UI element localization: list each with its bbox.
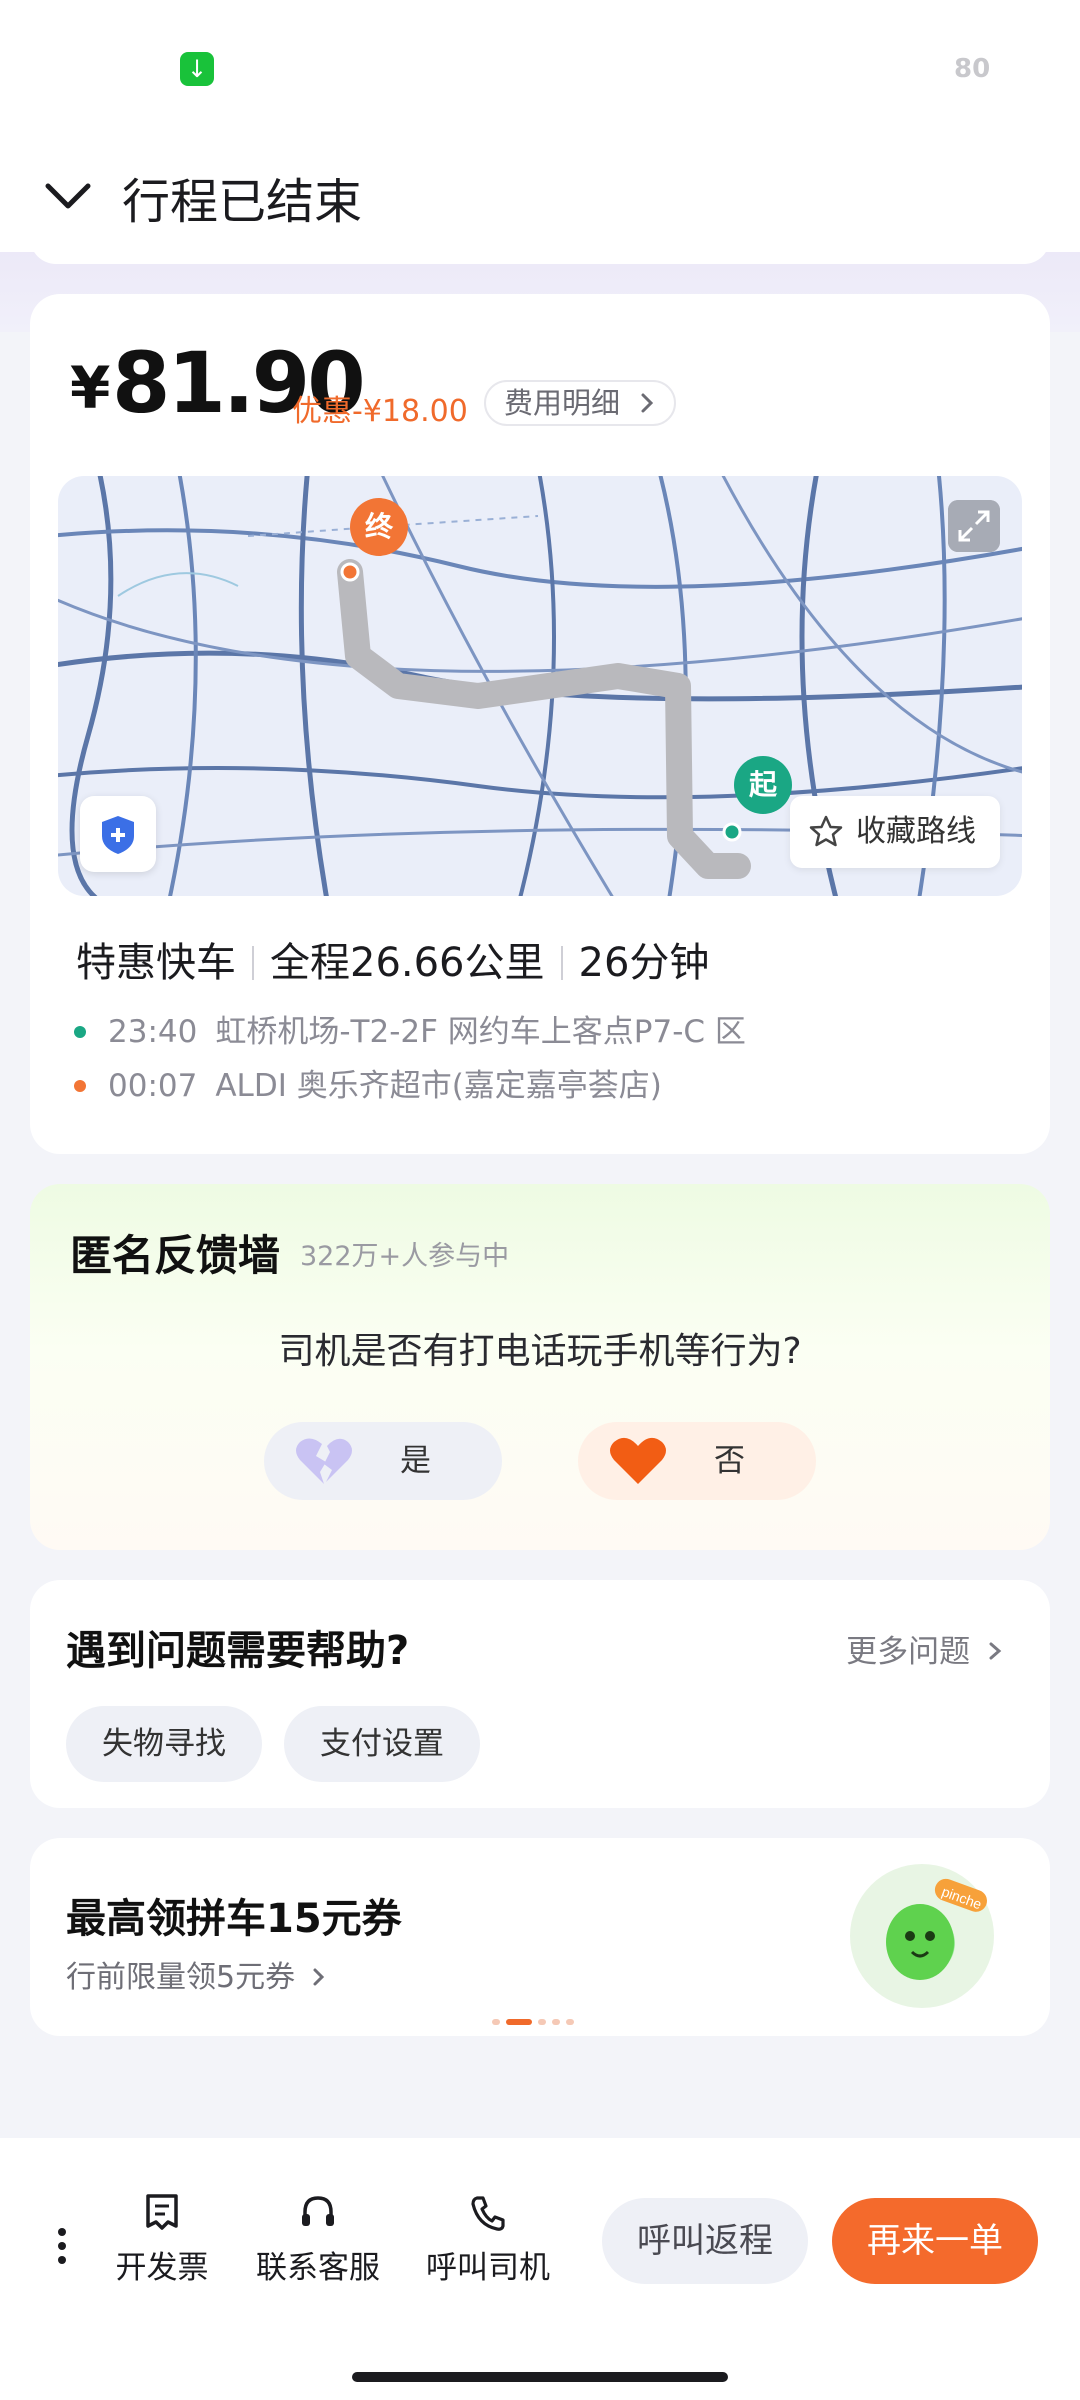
feedback-yes-button[interactable]: 是 [264,1422,502,1500]
feedback-question: 司机是否有打电话玩手机等行为? [278,1331,802,1372]
expand-icon[interactable] [948,500,1000,552]
status-bar: ↓ 80 [0,0,1080,140]
invoice-label: 开发票 [115,2250,209,2286]
dropoff-time: 00:07 [108,1068,198,1104]
favorite-route-button[interactable]: 收藏路线 [790,796,1000,868]
chevron-right-icon [641,393,654,413]
feedback-title: 匿名反馈墙 [70,1231,281,1280]
fee-detail-label: 费用明细 [504,386,621,420]
mascot-illustration: pinche [886,1878,987,1980]
divider [560,946,563,980]
price-currency: ¥ [70,354,111,422]
invoice-button[interactable]: 开发票 [92,2192,232,2287]
start-marker: 起 [734,756,792,814]
trip-card: ¥ 81.90 优惠-¥18.00 费用明细 终 起 收藏路线 特惠快车 全程2… [30,294,1050,1154]
help-title: 遇到问题需要帮助? [66,1628,410,1674]
order-again-button[interactable]: 再来一单 [832,2198,1038,2284]
carousel-dot [506,2019,532,2025]
trip-duration: 26分钟 [578,940,710,986]
payment-settings-chip[interactable]: 支付设置 [284,1706,480,1782]
favorite-route-label: 收藏路线 [856,814,976,849]
trip-summary: 特惠快车 全程26.66公里 26分钟 [76,930,709,988]
pickup-stop: 23:40 虹桥机场-T2-2F 网约车上客点P7-C 区 [74,1006,746,1051]
heart-icon [610,1437,666,1484]
home-indicator[interactable] [352,2372,728,2382]
promo-title: 最高领拼车15元券 [66,1896,402,1942]
header: 行程已结束 [0,140,1080,252]
promo-card[interactable]: 最高领拼车15元券 行前限量领5元券 pinche [30,1838,1050,2036]
star-icon [809,815,843,847]
bottom-action-bar: 开发票 联系客服 呼叫司机 呼叫返程 再来一单 [0,2138,1080,2400]
pickup-dot [74,1026,86,1038]
dropoff-place: ALDI 奥乐齐超市(嘉定嘉亭荟店) [215,1068,662,1104]
dropoff-stop: 00:07 ALDI 奥乐齐超市(嘉定嘉亭荟店) [74,1060,662,1105]
more-questions-link[interactable]: 更多问题 [846,1626,1010,1671]
more-questions-label: 更多问题 [846,1634,971,1670]
divider [252,946,254,980]
shield-icon [102,816,134,854]
download-arrow-icon: ↓ [180,52,214,86]
discount-amount: 优惠-¥18.00 [292,394,468,429]
call-driver-label: 呼叫司机 [426,2250,550,2286]
service-type: 特惠快车 [76,940,236,986]
customer-service-button[interactable]: 联系客服 [248,2192,388,2287]
end-marker: 终 [350,498,408,556]
battery-level: 80 [954,54,991,84]
page-title: 行程已结束 [122,174,363,230]
safety-shield-button[interactable] [80,796,156,872]
feedback-yes-label: 是 [400,1443,431,1479]
carousel-dot [538,2019,546,2025]
chevron-right-icon [313,1968,324,1986]
chevron-right-icon [989,1642,1002,1660]
dropoff-dot [74,1080,86,1092]
trip-distance: 全程26.66公里 [270,940,545,986]
broken-heart-icon [296,1438,352,1484]
call-driver-button[interactable]: 呼叫司机 [418,2192,558,2287]
lost-item-chip[interactable]: 失物寻找 [66,1706,262,1782]
customer-service-label: 联系客服 [256,2250,380,2286]
promo-subtitle: 行前限量领5元券 [66,1960,296,1995]
carousel-dot [552,2019,560,2025]
phone-icon [471,2196,505,2231]
feedback-participants: 322万+人参与中 [300,1241,510,1272]
feedback-no-label: 否 [714,1443,745,1479]
chevron-down-icon[interactable] [40,168,96,224]
feedback-no-button[interactable]: 否 [578,1422,816,1500]
carousel-indicator [492,2010,580,2029]
promo-subtitle-link[interactable]: 行前限量领5元券 [66,1952,333,1996]
more-vertical-icon[interactable] [52,2226,72,2266]
promo-mascot-image: pinche [850,1864,994,2008]
headset-icon [302,2196,334,2226]
feedback-card: 匿名反馈墙 322万+人参与中 司机是否有打电话玩手机等行为? 是 否 [30,1184,1050,1550]
carousel-dot [492,2019,500,2025]
pickup-time: 23:40 [108,1014,198,1050]
pickup-place: 虹桥机场-T2-2F 网约车上客点P7-C 区 [215,1014,746,1050]
route-map[interactable]: 终 起 收藏路线 [58,476,1022,896]
help-card: 遇到问题需要帮助? 更多问题 失物寻找 支付设置 [30,1580,1050,1808]
fee-detail-button[interactable]: 费用明细 [484,380,677,426]
call-return-button[interactable]: 呼叫返程 [602,2198,808,2284]
invoice-icon [146,2194,178,2230]
carousel-dot [566,2019,574,2025]
